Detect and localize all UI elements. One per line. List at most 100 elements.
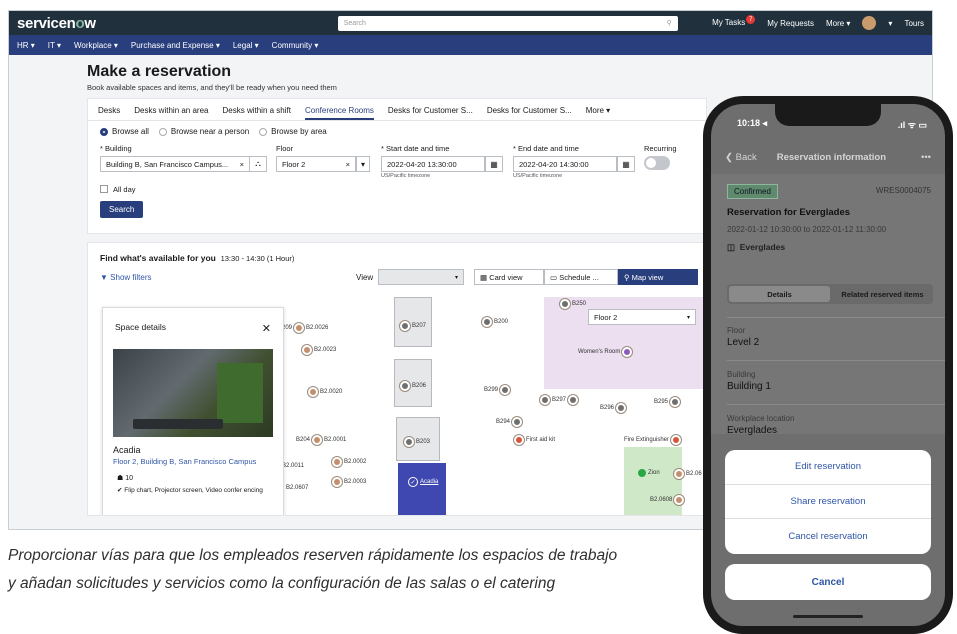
tab-related-items[interactable]: Related reserved items: [832, 284, 933, 304]
phone-header: ❮ Back Reservation information •••: [711, 144, 945, 170]
nav-purchase[interactable]: Purchase and Expense ▾: [131, 41, 220, 50]
building-row: Building Building 1: [727, 370, 771, 392]
chevron-down-icon: ▾: [686, 314, 690, 321]
tab-more[interactable]: More ▾: [586, 106, 610, 120]
room-icon: ◫: [727, 242, 736, 252]
tab-conference-rooms[interactable]: Conference Rooms: [304, 106, 374, 120]
clear-icon: ×: [239, 159, 244, 169]
chevron-down-icon[interactable]: ▾: [356, 156, 370, 172]
floor-select[interactable]: Floor 2 ×: [276, 156, 356, 172]
tab-desks-shift[interactable]: Desks within a shift: [223, 106, 291, 120]
search-icon: ⚲: [666, 20, 672, 27]
close-icon[interactable]: ✕: [262, 322, 271, 335]
map-room: B200: [482, 317, 508, 327]
reservation-title: Reservation for Everglades: [727, 207, 851, 218]
search-button[interactable]: Search: [100, 201, 144, 218]
schedule-view-button[interactable]: ▭ Schedule ...: [544, 269, 618, 285]
nav-hr[interactable]: HR ▾: [17, 41, 35, 50]
show-filters-link[interactable]: ▼ Show filters: [100, 273, 152, 282]
map-room: B2.0011: [282, 463, 304, 469]
map-room: Zion: [638, 469, 660, 477]
check-icon: ✓: [408, 477, 418, 487]
start-datetime-input[interactable]: 2022-04-20 13:30:00: [381, 156, 485, 172]
end-timezone: US/Pacific timezone: [513, 173, 563, 179]
all-day-checkbox[interactable]: [100, 185, 108, 193]
chevron-down-icon[interactable]: ▾: [888, 19, 892, 28]
reservation-id: WRES0004075: [875, 186, 931, 195]
action-sheet: Edit reservation Share reservation Cance…: [725, 450, 931, 554]
tab-desks-area[interactable]: Desks within an area: [134, 106, 208, 120]
check-icon: ✔: [117, 487, 123, 494]
global-search-input[interactable]: Search ⚲: [337, 15, 678, 31]
nav-workplace[interactable]: Workplace ▾: [74, 41, 118, 50]
cancel-button[interactable]: Cancel: [725, 564, 931, 600]
map-room: B299: [484, 385, 511, 395]
card-view-button[interactable]: ▦ Card view: [474, 269, 544, 285]
back-button[interactable]: ❮ Back: [725, 152, 757, 163]
home-indicator: [793, 615, 863, 618]
my-tasks-link[interactable]: My Tasks 7: [712, 15, 756, 29]
main-nav: HR ▾ IT ▾ Workplace ▾ Purchase and Expen…: [9, 35, 932, 55]
room-photo: [113, 349, 273, 437]
floor-map[interactable]: B209 B2.0026 B2.0023 B2.0020 B207 B206 B2…: [278, 297, 706, 515]
phone-status-bar: 10:18 ◂ .ıl ᯤ ▭: [737, 118, 927, 130]
map-view-button[interactable]: ⚲ Map view: [618, 269, 698, 285]
calendar-icon[interactable]: ▦: [617, 156, 635, 172]
edit-reservation-button[interactable]: Edit reservation: [725, 450, 931, 485]
calendar-icon[interactable]: ▦: [485, 156, 503, 172]
acadia-room[interactable]: [398, 463, 446, 515]
calendar-icon: ▭: [550, 272, 558, 282]
room-name: Acadia: [113, 445, 141, 455]
room-location: Floor 2, Building B, San Francisco Campu…: [113, 457, 257, 466]
nav-legal[interactable]: Legal ▾: [233, 41, 259, 50]
tab-details[interactable]: Details: [729, 286, 830, 302]
radio-browse-near[interactable]: Browse near a person: [158, 127, 249, 136]
servicenow-logo[interactable]: servicenow: [17, 15, 96, 32]
tab-desks[interactable]: Desks: [98, 106, 120, 120]
nav-community[interactable]: Community ▾: [272, 41, 319, 50]
reserved-room: ◫ Everglades: [727, 242, 786, 252]
caption-text: Proporcionar vías para que los empleados…: [8, 547, 618, 592]
filter-icon: ▼: [100, 273, 108, 282]
user-avatar[interactable]: [862, 16, 877, 30]
map-amenity: First aid kit: [514, 435, 555, 445]
tab-desks-customer-1[interactable]: Desks for Customer S...: [388, 106, 473, 120]
more-icon[interactable]: •••: [921, 152, 931, 163]
room-capacity: ☗ 10: [117, 475, 134, 482]
results-heading: Find what's available for you 13:30 - 14…: [100, 253, 295, 263]
room-features: ✔ Flip chart, Projector screen, Video co…: [117, 487, 263, 494]
end-datetime-input[interactable]: 2022-04-20 14:30:00: [513, 156, 617, 172]
map-room: B2.0023: [302, 345, 336, 355]
cancel-reservation-button[interactable]: Cancel reservation: [725, 519, 931, 554]
share-reservation-button[interactable]: Share reservation: [725, 485, 931, 520]
map-room: B207: [400, 321, 426, 331]
search-card: Desks Desks within an area Desks within …: [87, 98, 707, 234]
page-subtitle: Book available spaces and items, and the…: [87, 83, 337, 92]
my-requests-link[interactable]: My Requests: [767, 19, 814, 28]
map-room: B2.06: [674, 469, 702, 479]
radio-browse-all[interactable]: Browse all: [100, 127, 149, 136]
building-tree-icon[interactable]: ⛬: [249, 156, 267, 172]
view-select[interactable]: ▾: [378, 269, 464, 285]
tab-desks-customer-2[interactable]: Desks for Customer S...: [487, 106, 572, 120]
map-room: B2.0607: [286, 485, 309, 491]
building-input[interactable]: Building B, San Francisco Campus... ×: [100, 156, 250, 172]
map-room: B295: [654, 397, 681, 407]
start-timezone: US/Pacific timezone: [381, 173, 431, 179]
more-menu[interactable]: More ▾: [826, 19, 850, 28]
grid-icon: ▦: [480, 272, 488, 282]
status-badge: Confirmed: [727, 184, 778, 199]
people-icon: ☗: [117, 475, 124, 482]
map-floor-select[interactable]: Floor 2 ▾: [588, 309, 696, 325]
tours-link[interactable]: Tours: [904, 19, 924, 28]
map-amenity: Fire Extinguisher: [624, 435, 682, 445]
map-room: B2.0608: [650, 495, 685, 505]
nav-it[interactable]: IT ▾: [48, 41, 61, 50]
recurring-toggle[interactable]: [644, 156, 670, 170]
map-room: B2.0020: [308, 387, 342, 397]
map-room: B2.0003: [332, 477, 366, 487]
radio-browse-area[interactable]: Browse by area: [259, 127, 327, 136]
mobile-phone: 10:18 ◂ .ıl ᯤ ▭ ❮ Back Reservation inform…: [703, 96, 953, 634]
building-label: * Building: [100, 144, 132, 153]
map-room: B297: [540, 395, 579, 405]
